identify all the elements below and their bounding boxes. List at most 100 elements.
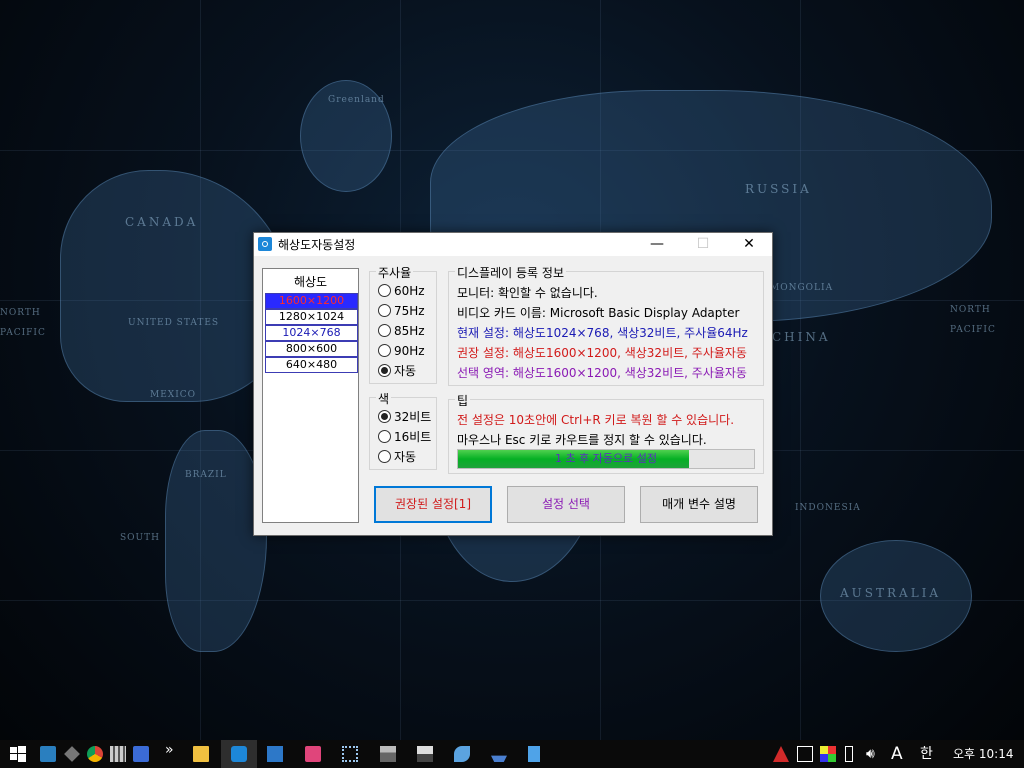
pen-app-icon[interactable] <box>454 746 470 762</box>
map-label-pacific: PACIFIC <box>0 328 46 338</box>
radio-label: 16비트 <box>394 430 432 444</box>
map-label-canada: CANADA <box>125 215 199 229</box>
resolution-dialog: 해상도자동설정 — ☐ ✕ 해상도 1600×1200 1280×1024 10… <box>253 232 773 536</box>
usb-device-icon[interactable] <box>380 746 396 762</box>
windows-start-icon[interactable] <box>10 746 26 762</box>
color-group: 색 32비트 16비트 자동 <box>369 390 437 470</box>
resolution-item-1280x1024[interactable]: 1280×1024 <box>265 309 358 325</box>
radio-dot <box>378 324 391 337</box>
window-title: 해상도자동설정 <box>278 238 356 252</box>
radio-auto-refresh[interactable]: 자동 <box>378 362 416 380</box>
clock[interactable]: 오후 10:14 <box>953 740 1013 768</box>
monitor-app-icon[interactable] <box>267 746 283 762</box>
radio-label: 32비트 <box>394 410 432 424</box>
resolution-item-640x480[interactable]: 640×480 <box>265 357 358 373</box>
radio-dot <box>378 284 391 297</box>
minimize-button[interactable]: — <box>634 233 680 256</box>
tool-app-icon[interactable] <box>133 746 149 762</box>
resolution-item-1024x768[interactable]: 1024×768 <box>265 325 358 341</box>
document-app-icon[interactable] <box>528 746 540 762</box>
tip-line-restore: 전 설정은 10초안에 Ctrl+R 키로 복원 할 수 있습니다. <box>457 413 735 427</box>
ship-app-icon[interactable] <box>491 755 507 762</box>
close-button[interactable]: ✕ <box>726 233 772 256</box>
radio-dot-selected <box>378 364 391 377</box>
map-label-australia: AUSTRALIA <box>840 586 942 600</box>
color-title: 색 <box>376 390 392 407</box>
radio-16bit[interactable]: 16비트 <box>378 428 431 446</box>
grid-app-icon[interactable] <box>110 746 126 762</box>
radio-label: 60Hz <box>394 284 425 298</box>
video-card-info: 비디오 카드 이름: Microsoft Basic Display Adapt… <box>457 306 740 320</box>
ime-mode-icon[interactable]: A <box>891 740 903 768</box>
tip-line-stop: 마우스나 Esc 키로 카우트를 정지 할 수 있습니다. <box>457 433 707 447</box>
radio-label: 자동 <box>394 364 417 378</box>
radio-32bit[interactable]: 32비트 <box>378 408 431 426</box>
display-info-group: 디스플레이 등록 정보 모니터: 확인할 수 없습니다. 비디오 카드 이름: … <box>448 264 764 386</box>
radio-75hz[interactable]: 75Hz <box>378 302 425 320</box>
map-label-united-states: UNITED STATES <box>128 318 220 328</box>
radio-label: 85Hz <box>394 324 425 338</box>
recommended-settings: 권장 설정: 해상도1600×1200, 색상32비트, 주사율자동 <box>457 346 747 360</box>
taskbar-overflow-icon[interactable]: » <box>165 740 174 768</box>
radio-60hz[interactable]: 60Hz <box>378 282 425 300</box>
monitor-info: 모니터: 확인할 수 없습니다. <box>457 286 598 300</box>
radio-auto-color[interactable]: 자동 <box>378 448 416 466</box>
select-settings-button[interactable]: 설정 선택 <box>507 486 625 523</box>
app-icon <box>258 237 272 251</box>
radio-label: 75Hz <box>394 304 425 318</box>
maximize-button[interactable]: ☐ <box>680 233 726 256</box>
resolution-app-icon[interactable] <box>231 746 247 762</box>
pink-app-icon[interactable] <box>305 746 321 762</box>
map-label-indonesia: INDONESIA <box>795 503 861 513</box>
settings-icon[interactable] <box>64 746 80 762</box>
titlebar: 해상도자동설정 — ☐ ✕ <box>254 233 772 256</box>
chrome-icon[interactable] <box>87 746 103 762</box>
countdown-progress-bar: 1 초 후 자동으로 설정 <box>457 449 755 469</box>
refresh-rate-group: 주사율 60Hz 75Hz 85Hz 90Hz 자동 <box>369 264 437 384</box>
map-label-mongolia: MONGOLIA <box>770 283 834 293</box>
map-label-south: SOUTH <box>120 533 160 543</box>
color-app-icon[interactable] <box>820 746 836 762</box>
map-label-brazil: BRAZIL <box>185 470 227 480</box>
task-view-icon[interactable] <box>40 746 56 762</box>
printer-icon[interactable] <box>417 746 433 762</box>
language-icon[interactable]: 한 <box>920 740 933 768</box>
display-info-title: 디스플레이 등록 정보 <box>455 264 566 281</box>
map-label-north-right: NORTH <box>950 305 991 315</box>
radio-dot <box>378 304 391 317</box>
map-label-north: NORTH <box>0 308 41 318</box>
tip-group: 팁 전 설정은 10초안에 Ctrl+R 키로 복원 할 수 있습니다. 마우스… <box>448 392 764 474</box>
network-icon[interactable] <box>797 746 813 762</box>
map-label-pacific-right: PACIFIC <box>950 325 996 335</box>
resolution-list-header: 해상도 <box>293 275 328 289</box>
radio-dot-selected <box>378 410 391 423</box>
current-settings: 현재 설정: 해상도1024×768, 색상32비트, 주사율64Hz <box>457 326 748 340</box>
volume-icon[interactable]: 🔊︎ <box>866 740 875 768</box>
tip-title: 팁 <box>455 392 471 409</box>
radio-label: 90Hz <box>394 344 425 358</box>
radio-dot <box>378 430 391 443</box>
radio-dot <box>378 450 391 463</box>
radio-90hz[interactable]: 90Hz <box>378 342 425 360</box>
taskbar: » 🔊︎ A 한 오후 10:14 <box>0 740 1024 768</box>
resolution-list[interactable]: 해상도 1600×1200 1280×1024 1024×768 800×600… <box>262 268 359 523</box>
map-label-russia: RUSSIA <box>745 182 812 196</box>
refresh-rate-title: 주사율 <box>376 264 414 281</box>
progress-text: 1 초 후 자동으로 설정 <box>555 452 657 465</box>
usb-eject-icon[interactable] <box>845 746 853 762</box>
folder-icon[interactable] <box>193 746 209 762</box>
resolution-item-1600x1200[interactable]: 1600×1200 <box>265 293 358 309</box>
expand-icon[interactable] <box>342 746 358 762</box>
south-america <box>165 430 267 652</box>
acrobat-icon[interactable] <box>773 746 789 762</box>
map-label-china: CHINA <box>772 330 831 344</box>
resolution-item-800x600[interactable]: 800×600 <box>265 341 358 357</box>
map-label-mexico: MEXICO <box>150 390 197 400</box>
radio-dot <box>378 344 391 357</box>
recommended-settings-button[interactable]: 권장된 설정[1] <box>374 486 492 523</box>
radio-label: 자동 <box>394 450 417 464</box>
selected-settings: 선택 영역: 해상도1600×1200, 색상32비트, 주사율자동 <box>457 366 747 380</box>
parameter-help-button[interactable]: 매개 변수 설명 <box>640 486 758 523</box>
radio-85hz[interactable]: 85Hz <box>378 322 425 340</box>
map-label-greenland: Greenland <box>328 95 385 105</box>
